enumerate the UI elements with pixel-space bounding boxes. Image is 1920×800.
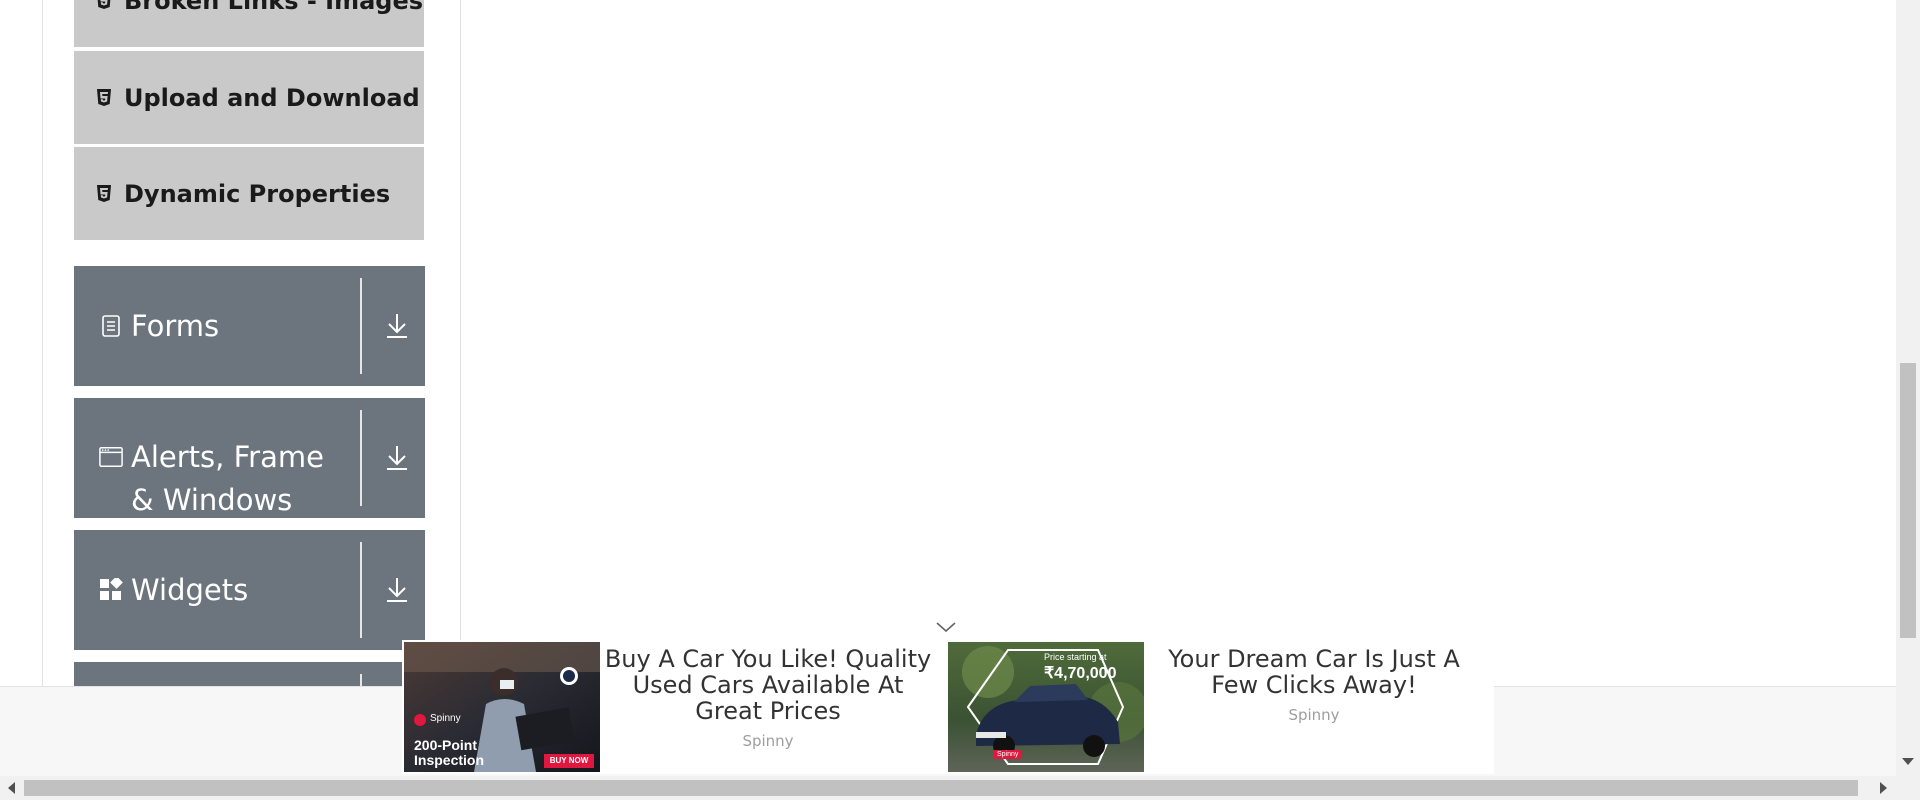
ad-card[interactable]: Price starting at ₹4,70,000 Spinny Your … [948, 640, 1494, 774]
chevron-down-icon[interactable] [935, 620, 957, 634]
widgets-icon [99, 578, 123, 602]
sidebar-item-label: Broken Links - Images [124, 0, 424, 15]
group-header-alerts-frame-windows[interactable]: Alerts, Frame & Windows [74, 398, 425, 518]
group-label: Forms [131, 308, 220, 343]
ad-text-block[interactable]: Buy A Car You Like! Quality Used Cars Av… [600, 646, 936, 750]
group-header-forms[interactable]: Forms [74, 266, 425, 386]
ad-headline[interactable]: Buy A Car You Like! Quality Used Cars Av… [600, 646, 936, 724]
group-divider [360, 278, 362, 374]
html5-icon [97, 184, 111, 202]
ad-headline[interactable]: Your Dream Car Is Just A Few Clicks Away… [1146, 646, 1482, 698]
sidebar-item-dynamic-properties[interactable]: Dynamic Properties [74, 147, 424, 241]
ad-image[interactable]: Price starting at ₹4,70,000 Spinny [948, 642, 1144, 772]
html5-icon [97, 0, 111, 9]
sidebar-item-label: Upload and Download [124, 83, 420, 112]
page-viewport: Broken Links - Images Upload and Downloa… [0, 0, 1896, 776]
ad-price: ₹4,70,000 [1044, 665, 1117, 682]
scroll-right-arrow-icon[interactable] [1880, 782, 1887, 794]
group-divider [360, 410, 362, 506]
ad-logo-text: Spinny [994, 750, 1022, 759]
vertical-scrollbar[interactable] [1896, 0, 1920, 776]
scrollbar-thumb[interactable] [1900, 363, 1916, 638]
download-icon[interactable] [383, 574, 411, 606]
ad-caption: Inspection [414, 752, 485, 768]
ad-brand[interactable]: Spinny [600, 732, 936, 750]
scrollbar-thumb[interactable] [24, 780, 1858, 796]
ad-card[interactable]: Spinny 200-Point Inspection BUY NOW Buy … [402, 640, 948, 774]
download-icon[interactable] [383, 442, 411, 474]
window-icon [99, 446, 123, 468]
group-label: Widgets [131, 572, 249, 607]
group-divider [360, 542, 362, 638]
ad-caption: 200-Point [414, 737, 478, 753]
group-header-widgets[interactable]: Widgets [74, 530, 425, 650]
form-icon [99, 314, 123, 338]
horizontal-scrollbar[interactable] [0, 776, 1920, 800]
html5-icon [97, 88, 111, 106]
group-label: Alerts, Frame & Windows [131, 440, 324, 517]
sidebar-item-upload-and-download[interactable]: Upload and Download [74, 51, 424, 145]
ad-price-label: Price starting at [1044, 652, 1107, 662]
ad-text-block[interactable]: Your Dream Car Is Just A Few Clicks Away… [1146, 646, 1482, 724]
ad-logo-text: Spinny [430, 713, 461, 724]
sidebar-item-broken-links-images[interactable]: Broken Links - Images [74, 0, 424, 48]
scroll-left-arrow-icon[interactable] [8, 782, 15, 794]
ad-brand[interactable]: Spinny [1146, 706, 1482, 724]
scroll-down-arrow-icon[interactable] [1902, 758, 1914, 765]
download-icon[interactable] [383, 310, 411, 342]
sidebar-item-label: Dynamic Properties [124, 179, 391, 208]
ad-panel: Spinny 200-Point Inspection BUY NOW Buy … [402, 640, 1494, 774]
ad-cta-button[interactable]: BUY NOW [544, 754, 594, 768]
ad-image[interactable]: Spinny 200-Point Inspection BUY NOW [404, 642, 600, 772]
